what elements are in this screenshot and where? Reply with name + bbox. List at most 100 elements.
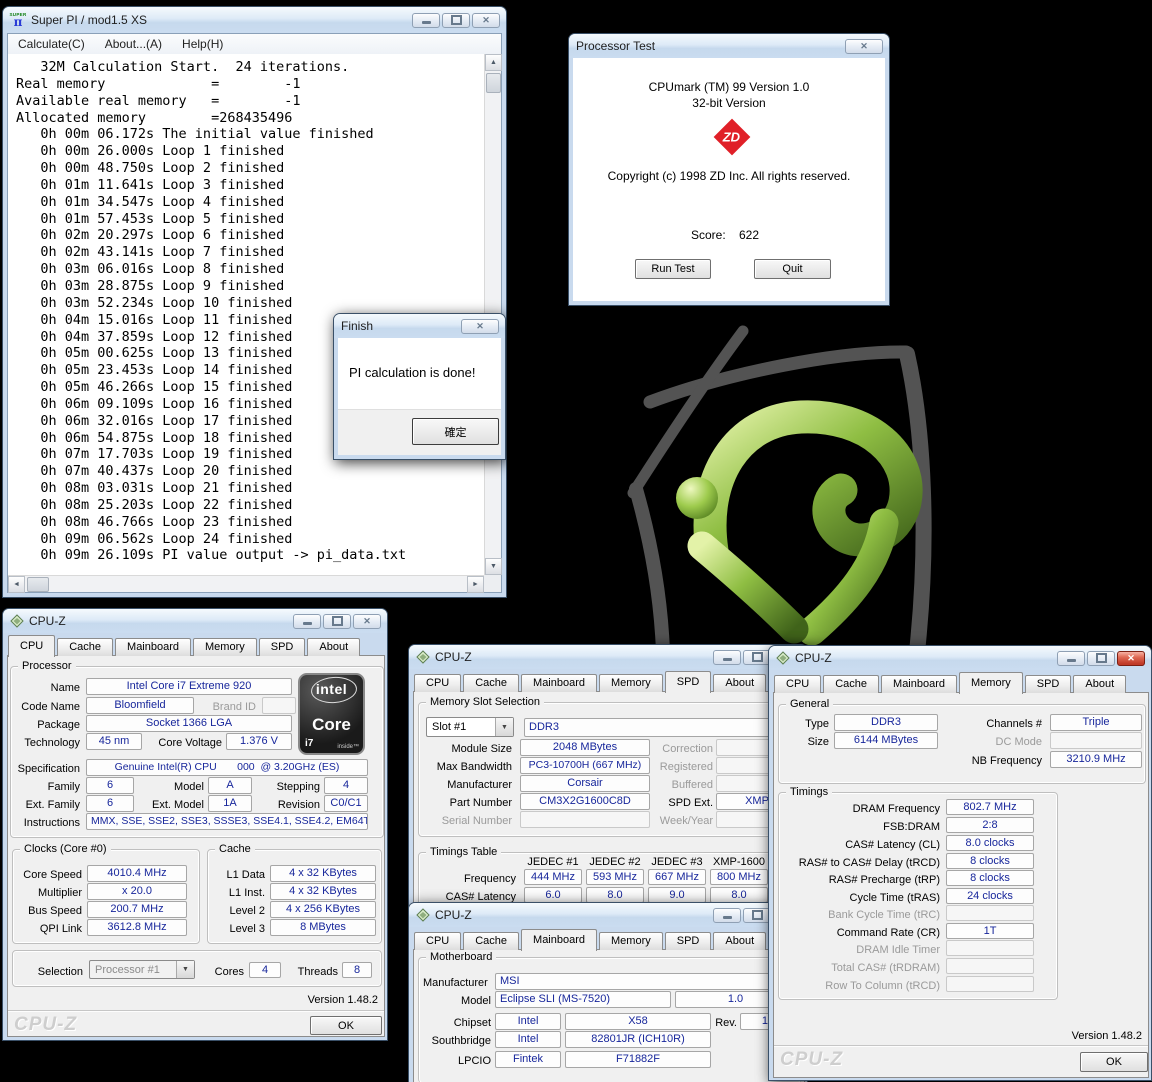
processor-select-value: Processor #1 xyxy=(95,964,160,976)
caption-buttons: ✕ xyxy=(843,39,883,54)
tab-about[interactable]: About xyxy=(713,674,766,692)
tab-cache[interactable]: Cache xyxy=(463,674,519,692)
horizontal-scroll-thumb[interactable] xyxy=(27,577,49,592)
minimize-button[interactable] xyxy=(293,614,321,629)
registered-label: Registered xyxy=(658,760,713,774)
horizontal-scrollbar[interactable]: ◄ ► xyxy=(8,575,484,592)
maximize-button[interactable] xyxy=(743,650,771,665)
cpuz-titlebar[interactable]: CPU-Z ✕ xyxy=(409,903,807,927)
tab-about[interactable]: About xyxy=(307,638,360,656)
package-label: Package xyxy=(10,718,80,732)
slot-select[interactable]: Slot #1 ▼ xyxy=(426,717,514,737)
resize-grip[interactable] xyxy=(484,575,501,592)
cpuz-cpu-window: CPU-Z ✕ CPU Cache Mainboard Memory SPD A… xyxy=(2,608,388,1041)
intel-core-i7-logo: intel Core i7 inside™ xyxy=(298,673,365,755)
run-test-button[interactable]: Run Test xyxy=(635,259,711,279)
tab-spd[interactable]: SPD xyxy=(1025,675,1072,693)
tab-about[interactable]: About xyxy=(1073,675,1126,693)
cpumark-body: CPUmark (TM) 99 Version 1.0 32-bit Versi… xyxy=(573,58,885,301)
timing-row-label: RAS# Precharge (tRP) xyxy=(784,873,940,887)
close-button[interactable]: ✕ xyxy=(353,614,381,629)
close-button[interactable]: ✕ xyxy=(845,39,883,54)
maximize-button[interactable] xyxy=(442,13,470,28)
mem-type-label: Type xyxy=(783,717,829,731)
zd-logo-text: ZD xyxy=(723,130,740,145)
scroll-up-button[interactable]: ▲ xyxy=(485,54,502,71)
tab-cache[interactable]: Cache xyxy=(463,932,519,950)
close-button[interactable]: ✕ xyxy=(1117,651,1145,666)
mb-model-field: Eclipse SLI (MS-7520) xyxy=(495,991,671,1008)
tab-cpu[interactable]: CPU xyxy=(8,635,55,657)
tab-spd[interactable]: SPD xyxy=(665,932,712,950)
scroll-right-button[interactable]: ► xyxy=(467,576,484,593)
quit-button[interactable]: Quit xyxy=(754,259,831,279)
tab-memory[interactable]: Memory xyxy=(599,932,663,950)
confirm-button[interactable]: 確定 xyxy=(412,418,499,445)
spd-ext-label: SPD Ext. xyxy=(658,796,713,810)
cpuz-tab-strip: CPU Cache Mainboard Memory SPD About xyxy=(414,670,802,692)
score-label: Score: xyxy=(691,228,726,242)
maximize-button[interactable] xyxy=(323,614,351,629)
tab-spd[interactable]: SPD xyxy=(665,671,712,693)
l1inst-label: L1 Inst. xyxy=(213,886,265,900)
chevron-down-icon[interactable]: ▼ xyxy=(176,961,194,978)
close-button[interactable]: ✕ xyxy=(461,319,499,334)
cpu-name-field: Intel Core i7 Extreme 920 xyxy=(86,678,292,695)
green-ball xyxy=(676,477,718,519)
scroll-left-button[interactable]: ◄ xyxy=(8,576,25,593)
tab-mainboard[interactable]: Mainboard xyxy=(881,675,957,693)
vertical-scroll-thumb[interactable] xyxy=(486,73,501,93)
bandwidth-label: Max Bandwidth xyxy=(422,760,512,774)
cpuz-tab-strip: CPU Cache Mainboard Memory SPD About xyxy=(414,928,802,950)
tab-cpu[interactable]: CPU xyxy=(414,932,461,950)
mb-model-label: Model xyxy=(423,994,491,1008)
tab-spd[interactable]: SPD xyxy=(259,638,306,656)
nb-frequency-field: 3210.9 MHz xyxy=(1050,751,1142,768)
menu-help[interactable]: Help(H) xyxy=(172,37,233,51)
processor-select[interactable]: Processor #1 ▼ xyxy=(89,960,195,979)
maximize-button[interactable] xyxy=(1087,651,1115,666)
ok-button[interactable]: OK xyxy=(1080,1052,1148,1072)
level2-field: 4 x 256 KBytes xyxy=(270,901,376,918)
minimize-button[interactable] xyxy=(713,650,741,665)
tab-memory[interactable]: Memory xyxy=(599,674,663,692)
divider xyxy=(8,1010,384,1012)
name-label: Name xyxy=(10,681,80,695)
tab-cache[interactable]: Cache xyxy=(57,638,113,656)
maximize-button[interactable] xyxy=(743,908,771,923)
minimize-button[interactable] xyxy=(412,13,440,28)
corespeed-label: Core Speed xyxy=(16,868,82,882)
close-button[interactable]: ✕ xyxy=(472,13,500,28)
caption-buttons: ✕ xyxy=(459,319,499,334)
menu-about[interactable]: About...(A) xyxy=(95,37,172,51)
superpi-titlebar[interactable]: SUPERπ Super PI / mod1.5 XS ✕ xyxy=(3,7,506,33)
tab-memory[interactable]: Memory xyxy=(959,672,1023,694)
nb-frequency-label: NB Frequency xyxy=(960,754,1042,768)
tab-cache[interactable]: Cache xyxy=(823,675,879,693)
chevron-down-icon[interactable]: ▼ xyxy=(495,718,513,736)
corespeed-field: 4010.4 MHz xyxy=(87,865,187,882)
correction-label: Correction xyxy=(658,742,713,756)
timing-row-label: Cycle Time (tRAS) xyxy=(784,891,940,905)
minimize-button[interactable] xyxy=(713,908,741,923)
cas-jedec1: 6.0 xyxy=(524,887,582,903)
tab-mainboard[interactable]: Mainboard xyxy=(521,929,597,951)
tab-memory[interactable]: Memory xyxy=(193,638,257,656)
cpuz-titlebar[interactable]: CPU-Z ✕ xyxy=(3,609,387,633)
scroll-down-button[interactable]: ▼ xyxy=(485,558,502,575)
cpumark-titlebar[interactable]: Processor Test ✕ xyxy=(569,34,889,58)
tab-cpu[interactable]: CPU xyxy=(774,675,821,693)
window-title: CPU-Z xyxy=(435,908,472,922)
tab-cpu[interactable]: CPU xyxy=(414,674,461,692)
cpuz-titlebar[interactable]: CPU-Z ✕ xyxy=(409,645,807,669)
tab-about[interactable]: About xyxy=(713,932,766,950)
minimize-button[interactable] xyxy=(1057,651,1085,666)
menu-calculate[interactable]: Calculate(C) xyxy=(8,37,95,51)
tab-mainboard[interactable]: Mainboard xyxy=(521,674,597,692)
finish-titlebar[interactable]: Finish ✕ xyxy=(334,314,505,338)
timing-row-field: 802.7 MHz xyxy=(946,799,1034,815)
tab-mainboard[interactable]: Mainboard xyxy=(115,638,191,656)
cpuz-titlebar[interactable]: CPU-Z ✕ xyxy=(769,646,1151,670)
ok-button[interactable]: OK xyxy=(310,1016,382,1035)
mem-type-field: DDR3 xyxy=(834,714,938,731)
